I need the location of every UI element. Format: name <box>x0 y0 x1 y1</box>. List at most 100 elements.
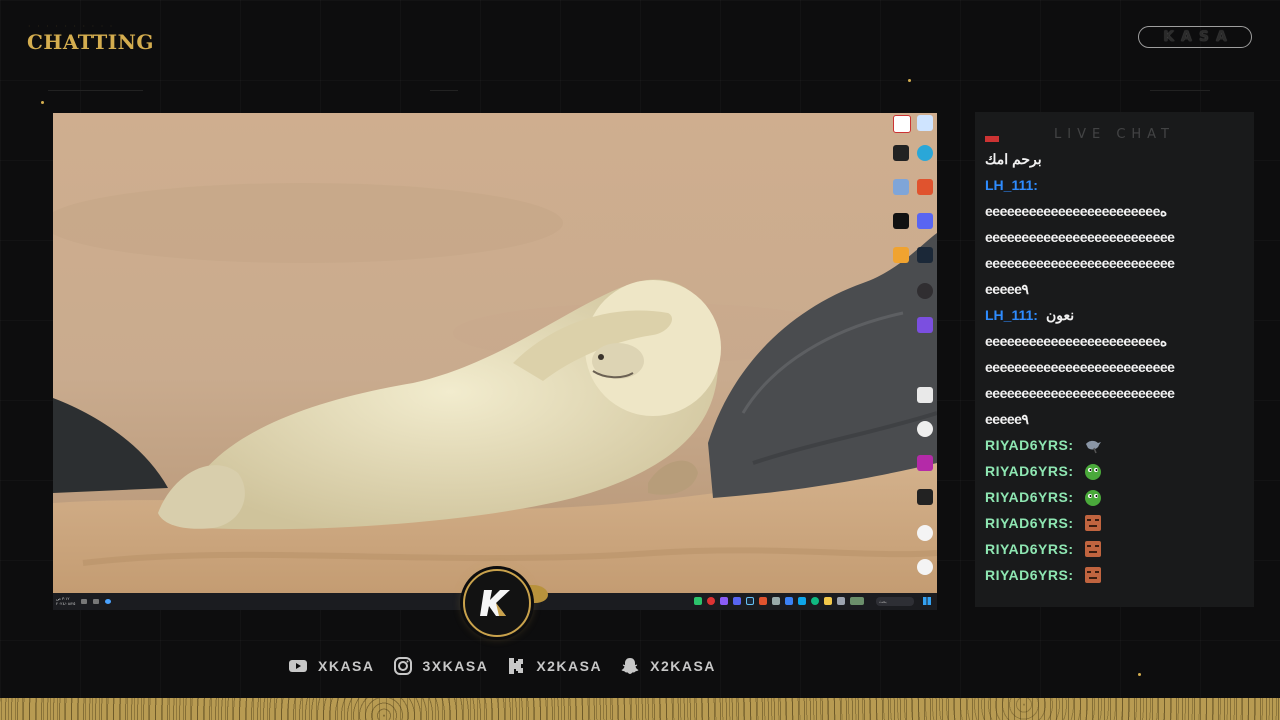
brave-icon[interactable] <box>917 179 933 195</box>
chat-message-text: برحم امك <box>985 151 1042 167</box>
chat-message: RIYAD6YRS: <box>985 562 1235 588</box>
chat-username[interactable]: RIYAD6YRS: <box>985 536 1074 562</box>
chat-message: RIYAD6YRS: <box>985 458 1235 484</box>
chat-message-text: eeeee٩ <box>985 411 1029 427</box>
taskbar-app-icon[interactable] <box>733 597 741 605</box>
bird-emote-icon <box>1085 440 1101 454</box>
capcut-icon[interactable] <box>893 213 909 229</box>
chat-message: LH_111: <box>985 172 1235 198</box>
taskbar-app-icon[interactable] <box>811 597 819 605</box>
steam-icon[interactable] <box>917 247 933 263</box>
desktop-app-icon[interactable] <box>917 421 933 437</box>
pepe-emote-icon <box>1084 490 1101 506</box>
channel-logo <box>463 569 531 637</box>
taskbar-clock[interactable]: ٣:١٢ ص ٢٠٢٤/٠٨/٢٥ <box>56 596 75 606</box>
desktop-app-icon[interactable] <box>917 115 933 131</box>
social-label: 3XKASA <box>422 658 489 674</box>
sparkle <box>908 79 911 82</box>
chat-messages: برحم امك LH_111: هeeeeeeeeeeeeeeeeeeeeee… <box>985 136 1235 588</box>
taskbar-app-icon[interactable] <box>746 597 754 605</box>
taskbar-app-icon[interactable] <box>707 597 715 605</box>
pepe-emote-icon <box>1084 464 1101 480</box>
desktop-app-icon[interactable] <box>917 455 933 471</box>
chat-message-text: eeeee٩ <box>985 281 1029 297</box>
deco-line <box>48 90 143 91</box>
chat-message: LH_111: نعون <box>985 302 1235 328</box>
social-instagram[interactable]: 3XKASA <box>393 656 489 676</box>
desktop-app-icon[interactable] <box>917 387 933 403</box>
chat-username[interactable]: RIYAD6YRS: <box>985 458 1074 484</box>
screen-capture: ٣:١٢ ص ٢٠٢٤/٠٨/٢٥ بحث <box>53 113 937 610</box>
social-label: X2KASA <box>650 658 716 674</box>
taskbar-app-icon[interactable] <box>798 597 806 605</box>
taskbar-app-icon[interactable] <box>694 597 702 605</box>
taskbar-search[interactable]: بحث <box>876 597 914 606</box>
social-youtube[interactable]: XKASA <box>288 656 375 676</box>
chat-message-text: هeeeeeeeeeeeeeeeeeeeeeeee <box>985 333 1168 349</box>
chat-message: eeeee٩ <box>985 276 1235 302</box>
scene-label: CHATTING <box>27 30 155 54</box>
taskbar-app-icon[interactable] <box>759 597 767 605</box>
chat-message-text: eeeeeeeeeeeeeeeeeeeeeeeeee <box>985 385 1175 401</box>
desktop-app-icon[interactable] <box>917 559 933 575</box>
social-kick[interactable]: X2KASA <box>506 656 602 676</box>
start-menu-icon[interactable] <box>923 597 931 605</box>
desktop-app-icon[interactable] <box>917 317 933 333</box>
chat-message: RIYAD6YRS: <box>985 432 1235 458</box>
sparkle <box>1138 673 1141 676</box>
chat-message: RIYAD6YRS: <box>985 510 1235 536</box>
taskbar-app-icon[interactable] <box>850 597 864 605</box>
kick-icon <box>509 658 524 674</box>
chat-message: eeeeeeeeeeeeeeeeeeeeeeeeee <box>985 224 1235 250</box>
social-links: XKASA 3XKASA X2KASA X2KASA <box>288 656 716 676</box>
taskbar-app-icon[interactable] <box>824 597 832 605</box>
chat-message: RIYAD6YRS: <box>985 536 1235 562</box>
chat-message: هeeeeeeeeeeeeeeeeeeeeeeee <box>985 198 1235 224</box>
deco-line <box>430 90 458 91</box>
tray-icon[interactable] <box>93 598 100 604</box>
desktop-app-icon[interactable] <box>917 489 933 505</box>
social-label: XKASA <box>318 658 375 674</box>
discord-icon[interactable] <box>917 213 933 229</box>
taskbar-app-icon[interactable] <box>772 597 780 605</box>
desktop-app-icon[interactable] <box>893 247 909 263</box>
chat-message-text: eeeeeeeeeeeeeeeeeeeeeeeeee <box>985 229 1175 245</box>
chat-message: برحم امك <box>985 146 1235 172</box>
chat-username[interactable]: RIYAD6YRS: <box>985 484 1074 510</box>
chat-message: eeeeeeeeeeeeeeeeeeeeeeeeee <box>985 380 1235 406</box>
taskbar-app-icon[interactable] <box>785 597 793 605</box>
chat-message-text: نعون <box>1045 307 1075 323</box>
k-logo-icon <box>480 590 510 616</box>
desktop-app-icon[interactable] <box>917 525 933 541</box>
gold-topo-strip <box>0 698 1280 720</box>
taskbar-tray: ٣:١٢ ص ٢٠٢٤/٠٨/٢٥ <box>56 596 112 606</box>
sparkle <box>41 101 44 104</box>
chat-message: eeeeeeeeeeeeeeeeeeeeeeeeee <box>985 250 1235 276</box>
desktop-app-icon[interactable] <box>893 115 911 133</box>
snapchat-icon <box>621 658 639 674</box>
obs-icon[interactable] <box>917 283 933 299</box>
chat-username[interactable]: RIYAD6YRS: <box>985 510 1074 536</box>
desktop-icons <box>891 113 937 593</box>
face-emote-icon <box>1084 515 1101 531</box>
chat-message: RIYAD6YRS: <box>985 484 1235 510</box>
tray-icon[interactable] <box>105 598 112 604</box>
edge-icon[interactable] <box>917 145 933 161</box>
chat-message-partial <box>985 136 1235 146</box>
tray-icon[interactable] <box>81 598 88 604</box>
desktop-app-icon[interactable] <box>893 179 909 195</box>
social-snapchat[interactable]: X2KASA <box>620 656 716 676</box>
wallpaper-image <box>53 113 937 593</box>
chat-username[interactable]: RIYAD6YRS: <box>985 562 1074 588</box>
desktop-app-icon[interactable] <box>893 145 909 161</box>
chat-username[interactable]: LH_111: <box>985 172 1038 198</box>
instagram-icon <box>393 657 412 675</box>
taskbar-app-icon[interactable] <box>720 597 728 605</box>
clock-date: ٢٠٢٤/٠٨/٢٥ <box>56 601 76 606</box>
chat-message-text: eeeeeeeeeeeeeeeeeeeeeeeeee <box>985 255 1175 271</box>
taskbar-app-icon[interactable] <box>837 597 845 605</box>
chat-username[interactable]: RIYAD6YRS: <box>985 432 1074 458</box>
brand-badge: KASA <box>1138 26 1252 48</box>
chat-username[interactable]: LH_111: <box>985 302 1038 328</box>
chat-message: eeeeeeeeeeeeeeeeeeeeeeeeee <box>985 354 1235 380</box>
